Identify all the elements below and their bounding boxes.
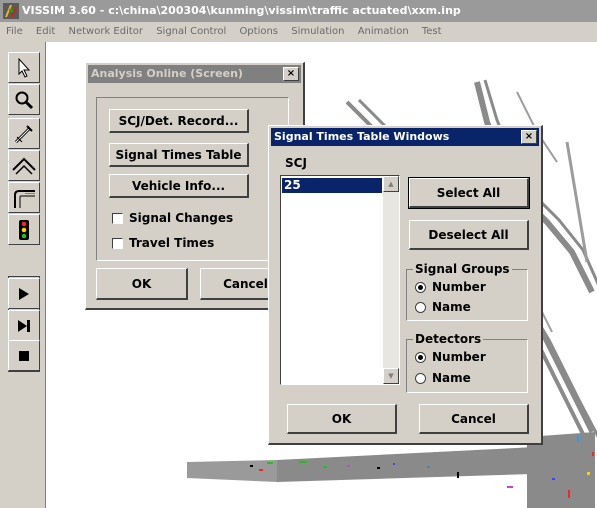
window-title: VISSIM 3.60 - c:\china\200304\kunming\vi…: [22, 4, 461, 17]
detectors-number-option[interactable]: Number: [415, 350, 486, 364]
step-forward-icon: [18, 319, 30, 332]
scj-list-scrollbar[interactable]: ▲ ▼: [383, 176, 399, 384]
analysis-ok-button[interactable]: OK: [96, 268, 188, 300]
menu-file[interactable]: File: [0, 22, 28, 42]
deselect-all-button[interactable]: Deselect All: [409, 220, 529, 250]
signal-groups-groupbox: Signal Groups Number Name: [406, 261, 528, 321]
magnifier-icon: [15, 91, 34, 109]
analysis-dialog-title: Analysis Online (Screen): [91, 67, 243, 80]
menu-bar: File Edit Network Editor Signal Control …: [0, 22, 597, 42]
connector-button[interactable]: [8, 182, 40, 213]
travel-times-label: Travel Times: [129, 236, 215, 250]
scj-listbox[interactable]: 25 ▲ ▼: [280, 175, 400, 385]
edit-link-icon: [14, 124, 33, 143]
travel-times-check-box[interactable]: [112, 237, 123, 249]
left-toolbar: [0, 42, 46, 508]
signal-ok-button[interactable]: OK: [287, 404, 397, 434]
signal-times-table-button[interactable]: Signal Times Table: [109, 143, 249, 167]
menu-simulation[interactable]: Simulation: [286, 22, 349, 42]
zoom-button[interactable]: [8, 84, 40, 115]
detectors-name-option[interactable]: Name: [415, 371, 471, 385]
signal-groups-name-label: Name: [432, 300, 471, 314]
scj-det-record-button[interactable]: SCJ/Det. Record...: [109, 109, 249, 133]
analysis-close-button[interactable]: ×: [283, 67, 299, 81]
pointer-icon: [18, 57, 31, 78]
signal-cancel-button[interactable]: Cancel: [419, 404, 529, 434]
signal-close-button[interactable]: ×: [521, 130, 537, 144]
up-arrow-icon: ▲: [388, 180, 394, 188]
detectors-name-label: Name: [432, 371, 471, 385]
signal-changes-check-box[interactable]: [112, 212, 123, 224]
signal-groups-number-option[interactable]: Number: [415, 280, 486, 294]
stop-button[interactable]: [8, 340, 40, 371]
traffic-light-icon: [19, 219, 29, 240]
signal-groups-name-radio[interactable]: [415, 301, 426, 313]
edit-link-button[interactable]: [8, 118, 40, 149]
network-icon: [12, 157, 36, 175]
menu-signal-control[interactable]: Signal Control: [151, 22, 231, 42]
signal-times-table-dialog: Signal Times Table Windows × SCJ 25 ▲ ▼ …: [268, 125, 543, 445]
down-arrow-icon: ▼: [388, 372, 394, 380]
step-button[interactable]: [8, 310, 40, 341]
detectors-name-radio[interactable]: [415, 372, 426, 384]
window-titlebar: VISSIM 3.60 - c:\china\200304\kunming\vi…: [0, 0, 597, 22]
play-button[interactable]: [8, 278, 40, 309]
detectors-groupbox: Detectors Number Name: [406, 331, 528, 393]
vissim-app-icon: [3, 3, 19, 19]
play-icon: [19, 287, 29, 300]
scroll-up-button[interactable]: ▲: [383, 176, 399, 192]
signal-changes-label: Signal Changes: [129, 211, 234, 225]
signal-dialog-titlebar: Signal Times Table Windows ×: [271, 128, 539, 146]
scroll-down-button[interactable]: ▼: [383, 368, 399, 384]
menu-network-editor[interactable]: Network Editor: [63, 22, 148, 42]
signal-changes-checkbox[interactable]: Signal Changes: [112, 211, 233, 225]
connector-icon: [14, 189, 35, 208]
vehicle-info-button[interactable]: Vehicle Info...: [109, 174, 249, 198]
detectors-number-radio[interactable]: [415, 351, 426, 363]
stop-icon: [19, 350, 29, 361]
signal-groups-name-option[interactable]: Name: [415, 300, 471, 314]
signal-head-button[interactable]: [8, 214, 40, 245]
signal-groups-number-radio[interactable]: [415, 281, 426, 293]
menu-options[interactable]: Options: [234, 22, 283, 42]
network-button[interactable]: [8, 150, 40, 181]
signal-dialog-title: Signal Times Table Windows: [274, 130, 450, 143]
list-item[interactable]: 25: [282, 178, 382, 193]
travel-times-checkbox[interactable]: Travel Times: [112, 236, 214, 250]
select-pointer-button[interactable]: [8, 52, 40, 83]
detectors-label: Detectors: [413, 331, 484, 347]
select-all-button[interactable]: Select All: [408, 177, 530, 209]
signal-groups-label: Signal Groups: [413, 261, 512, 277]
detectors-number-label: Number: [432, 350, 486, 364]
menu-animation[interactable]: Animation: [353, 22, 414, 42]
menu-edit[interactable]: Edit: [31, 22, 60, 42]
signal-groups-number-label: Number: [432, 280, 486, 294]
scj-label: SCJ: [285, 156, 307, 170]
analysis-dialog-titlebar: Analysis Online (Screen) ×: [88, 65, 301, 83]
menu-test[interactable]: Test: [417, 22, 447, 42]
